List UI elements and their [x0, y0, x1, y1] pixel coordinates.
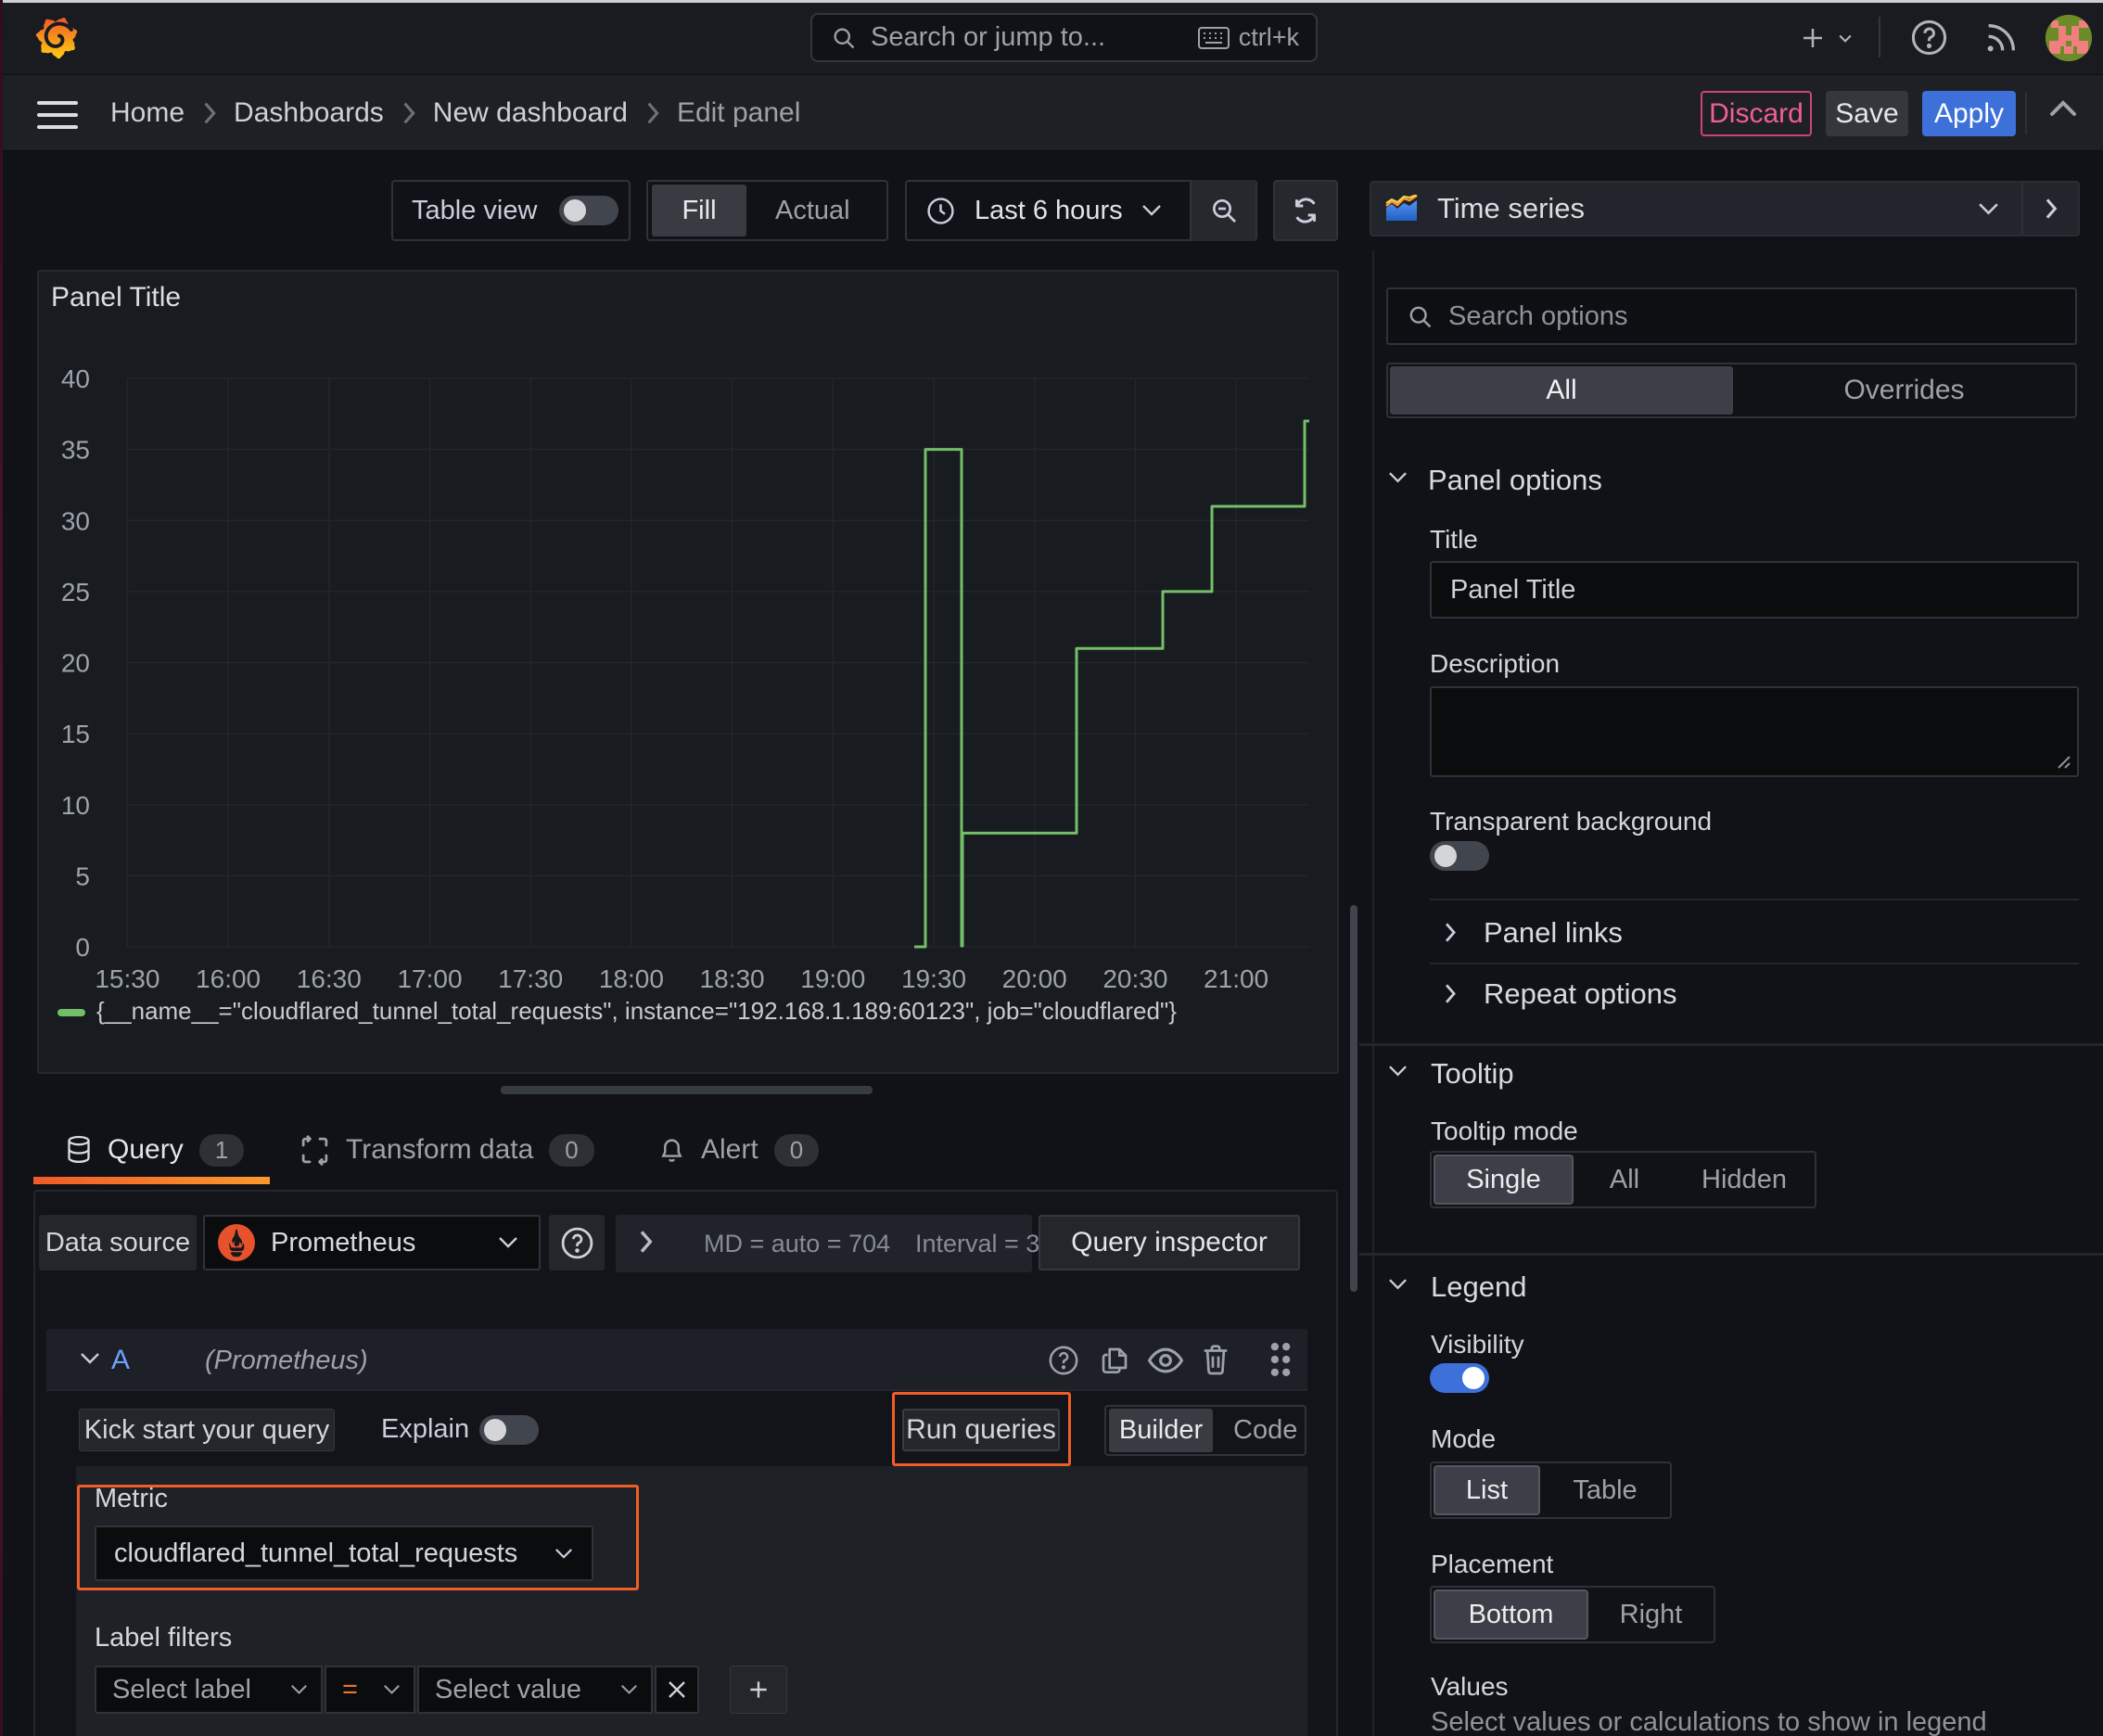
svg-text:18:30: 18:30: [700, 964, 765, 993]
svg-text:20: 20: [61, 649, 90, 678]
svg-text:16:00: 16:00: [196, 964, 261, 993]
svg-text:5: 5: [75, 862, 90, 890]
svg-text:19:00: 19:00: [800, 964, 865, 993]
svg-text:20:00: 20:00: [1002, 964, 1067, 993]
svg-text:25: 25: [61, 578, 90, 606]
svg-text:16:30: 16:30: [297, 964, 362, 993]
svg-text:{__name__="cloudflared_tunnel_: {__name__="cloudflared_tunnel_total_requ…: [96, 997, 1177, 1025]
svg-text:35: 35: [61, 436, 90, 465]
svg-text:21:00: 21:00: [1204, 964, 1268, 993]
svg-text:19:30: 19:30: [901, 964, 966, 993]
svg-text:17:00: 17:00: [397, 964, 462, 993]
svg-text:15: 15: [61, 720, 90, 748]
svg-text:0: 0: [75, 933, 90, 962]
svg-text:15:30: 15:30: [95, 964, 159, 993]
svg-text:20:30: 20:30: [1102, 964, 1167, 993]
svg-text:30: 30: [61, 506, 90, 535]
svg-text:10: 10: [61, 791, 90, 820]
svg-text:18:00: 18:00: [599, 964, 664, 993]
svg-text:40: 40: [61, 364, 90, 393]
svg-text:17:30: 17:30: [498, 964, 563, 993]
